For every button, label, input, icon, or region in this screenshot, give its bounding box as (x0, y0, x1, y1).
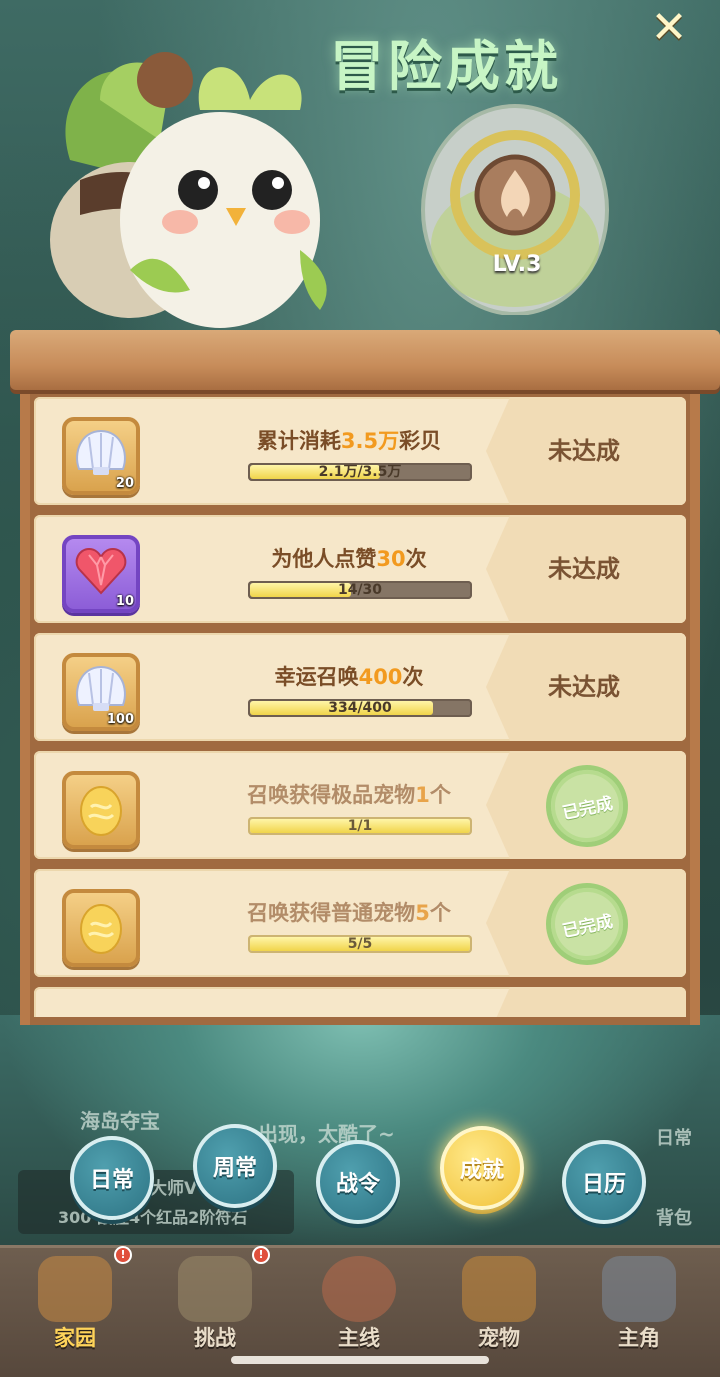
achievement-row-partial (34, 987, 686, 1017)
nav-main-quest[interactable]: 主线 (294, 1248, 424, 1358)
golden-egg-icon (80, 904, 122, 954)
achievement-row: 召唤获得极品宠物1个 1/1 已完成 (34, 751, 686, 859)
nav-home[interactable]: ! 家园 (10, 1246, 140, 1358)
bg-daily-label: 日常 (656, 1128, 692, 1149)
progress-text: 1/1 (347, 818, 373, 834)
achievement-level: LV.3 (492, 252, 542, 277)
main-quest-icon (322, 1256, 396, 1322)
reward-icon-box: 100 (62, 653, 140, 731)
task-description: 召唤获得极品宠物1个 (247, 783, 451, 807)
shell-icon (76, 665, 126, 711)
achievement-egg-icon (421, 104, 609, 315)
task-description: 幸运召唤400次 (274, 665, 424, 689)
challenge-icon (178, 1256, 252, 1322)
reward-count: 100 (106, 712, 134, 727)
progress-bar: 14/30 (248, 581, 472, 599)
progress-bar: 334/400 (248, 699, 472, 717)
home-indicator[interactable] (231, 1356, 489, 1364)
progress-bar: 2.1万/3.5万 (248, 463, 472, 481)
bird-mascot-icon (50, 52, 327, 328)
bg-bag-label: 背包 (656, 1208, 692, 1229)
reward-icon-box: 10 (62, 535, 140, 613)
nav-challenge[interactable]: ! 挑战 (150, 1246, 280, 1358)
status-label: 未达成 (548, 673, 620, 701)
task-description: 累计消耗3.5万彩贝 (256, 429, 442, 453)
progress-bar: 5/5 (248, 935, 472, 953)
hero-icon (602, 1256, 676, 1322)
progress-text: 5/5 (347, 936, 373, 952)
nav-pet[interactable]: 宠物 (434, 1248, 564, 1358)
reward-icon-box (62, 771, 140, 849)
pet-icon (462, 1256, 536, 1322)
status-label: 未达成 (548, 437, 620, 465)
achievement-row: 100 幸运召唤400次 334/400 未达成 (34, 633, 686, 741)
heart-gem-icon (75, 547, 127, 595)
tab-daily[interactable]: 日常 (70, 1136, 154, 1220)
tab-weekly[interactable]: 周常 (193, 1124, 277, 1208)
nav-hero[interactable]: 主角 (574, 1248, 704, 1358)
achievement-row: 20 累计消耗3.5万彩贝 2.1万/3.5万 未达成 (34, 397, 686, 505)
task-description: 召唤获得普通宠物5个 (247, 901, 451, 925)
page-title: 冒险成就 (330, 35, 562, 98)
board-top-plank (10, 330, 720, 390)
reward-icon-box (62, 889, 140, 967)
tab-battle-pass[interactable]: 战令 (316, 1140, 400, 1224)
reward-count: 20 (115, 476, 134, 491)
reward-icon-box: 20 (62, 417, 140, 495)
achievement-header: 冒险成就 ✕ LV.3 (0, 0, 720, 345)
shell-icon (76, 429, 126, 475)
tab-calendar[interactable]: 日历 (562, 1140, 646, 1224)
bg-event-label: 海岛夺宝 (80, 1109, 160, 1133)
close-button[interactable]: ✕ (645, 4, 693, 52)
progress-text: 14/30 (337, 582, 383, 598)
achievement-row: 召唤获得普通宠物5个 5/5 已完成 (34, 869, 686, 977)
reward-count: 10 (115, 594, 134, 609)
bg-panel-line1: 大师V (150, 1179, 198, 1199)
progress-bar: 1/1 (248, 817, 472, 835)
achievement-list[interactable]: 20 累计消耗3.5万彩贝 2.1万/3.5万 未达成 10 为他人点赞30次 … (34, 397, 686, 1017)
notification-badge: ! (252, 1246, 270, 1264)
progress-text: 334/400 (328, 700, 392, 716)
tab-achievements[interactable]: 成就 (440, 1126, 524, 1210)
home-icon (38, 1256, 112, 1322)
status-label: 未达成 (548, 555, 620, 583)
achievement-row: 10 为他人点赞30次 14/30 未达成 (34, 515, 686, 623)
notification-badge: ! (114, 1246, 132, 1264)
golden-egg-icon (80, 786, 122, 836)
progress-text: 2.1万/3.5万 (318, 464, 402, 480)
task-description: 为他人点赞30次 (271, 547, 427, 571)
